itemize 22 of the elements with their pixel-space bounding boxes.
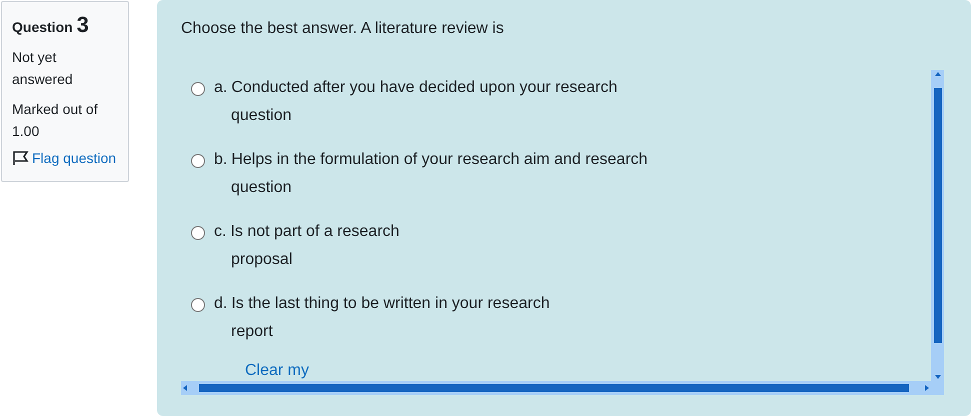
horizontal-scrollbar[interactable] [181, 381, 931, 395]
answer-option[interactable]: a. Conducted after you have decided upon your research question [214, 74, 618, 130]
scroll-right-arrow-icon[interactable] [925, 385, 929, 391]
question-status: Not yet answered [12, 48, 74, 89]
scroll-up-arrow-icon[interactable] [934, 72, 940, 76]
radio-button[interactable] [191, 154, 205, 168]
answer-option[interactable]: d. Is the last thing to be written in your research report [214, 290, 550, 346]
radio-button[interactable] [191, 82, 205, 96]
question-number: 3 [76, 12, 89, 38]
answer-option[interactable]: b. Helps in the formulation of your research aim and research question [214, 146, 648, 202]
question-mark: Marked out of 1.00 [12, 100, 99, 141]
radio-button[interactable] [191, 226, 205, 240]
flag-question-link[interactable]: Flag question [12, 150, 116, 166]
flag-icon [12, 150, 30, 166]
answer-option[interactable]: c. Is not part of a research proposal [214, 218, 400, 274]
radio-button[interactable] [191, 298, 205, 312]
scroll-down-arrow-icon[interactable] [934, 375, 940, 379]
clear-choice-link[interactable]: Clear my [245, 362, 931, 380]
scroll-left-arrow-icon[interactable] [183, 385, 187, 391]
question-prompt: Choose the best answer. A literature review is [181, 20, 505, 38]
vertical-scrollbar[interactable] [931, 70, 944, 381]
question-label: Question [12, 19, 73, 35]
